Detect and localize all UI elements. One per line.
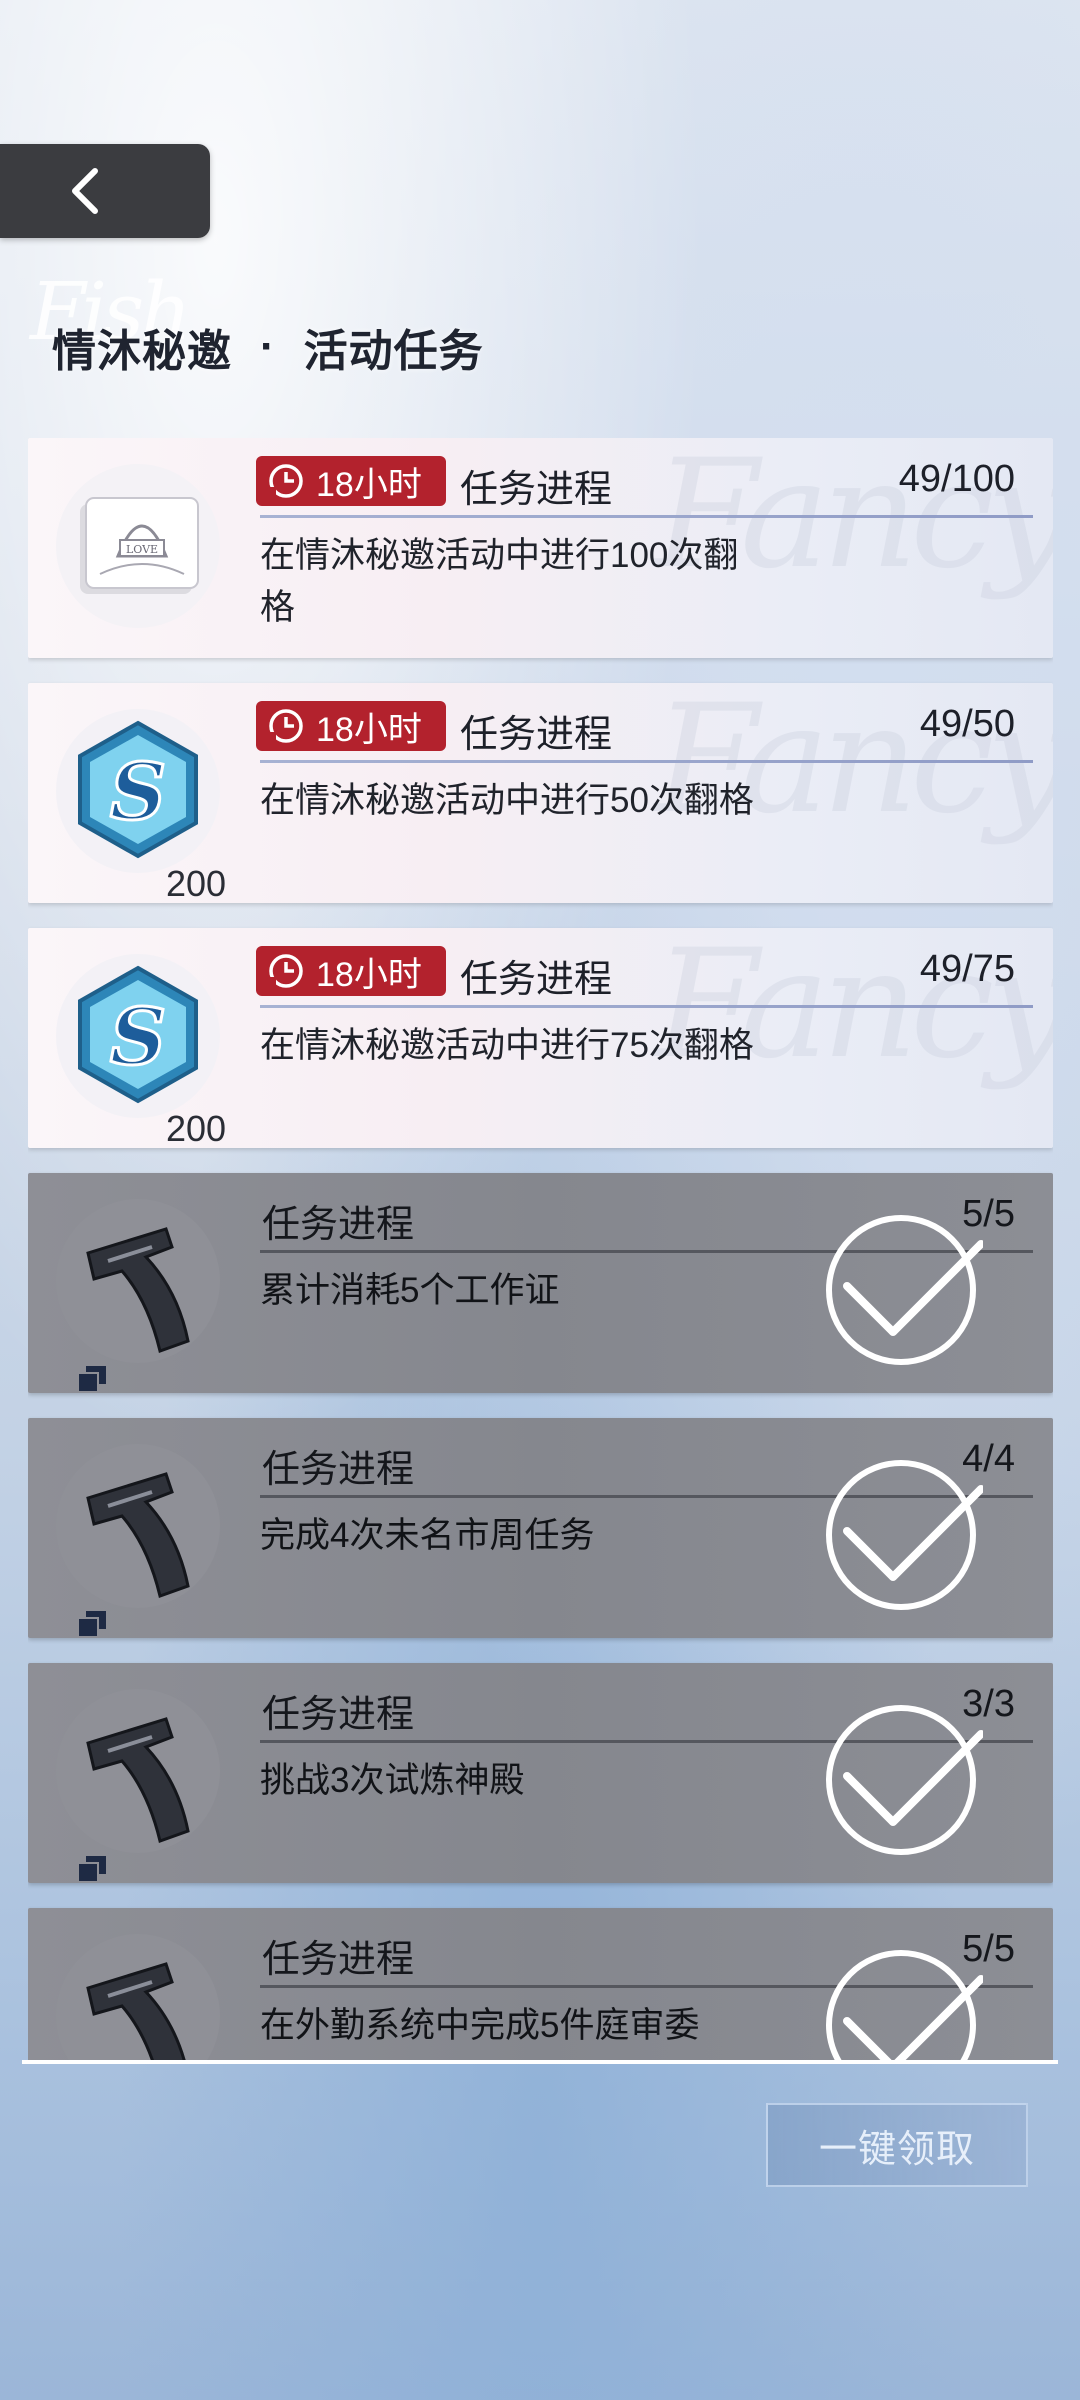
task-card-completed[interactable]: 任务进程 3/3 挑战3次试炼神殿 (28, 1663, 1053, 1883)
timer-text: 18小时 (316, 710, 422, 749)
love-card-icon[interactable]: LOVE (48, 456, 228, 636)
reward-count: 200 (166, 1108, 227, 1148)
title-right: 活动任务 (303, 327, 484, 376)
handle-tool-icon[interactable] (48, 1191, 228, 1392)
list-bottom-divider (22, 2060, 1058, 2064)
claim-all-button[interactable]: 一键领取 (766, 2103, 1028, 2187)
s-coin-icon[interactable]: S 200 (48, 701, 228, 903)
timer-badge: 18小时 (256, 701, 446, 751)
progress-label: 任务进程 (262, 1204, 415, 1246)
back-button[interactable] (0, 144, 210, 238)
progress-label: 任务进程 (262, 1694, 415, 1736)
task-card[interactable]: Fancy LOVE 18小时 任务进程 49/100 在情沐秘邀活动中进行10 (28, 438, 1053, 658)
check-circle-icon (826, 1215, 983, 1365)
task-card[interactable]: Fancy S 200 18小时 任务进程 49/75 在情沐秘邀活动中进行75… (28, 928, 1053, 1148)
task-description: 挑战3次试炼神殿 (260, 1761, 525, 1800)
check-circle-icon (826, 1705, 983, 1855)
stack-icon (78, 1366, 106, 1392)
progress-label: 任务进程 (262, 1939, 415, 1981)
timer-badge: 18小时 (256, 946, 446, 996)
progress-value: 49/50 (919, 703, 1015, 745)
page-title: 情沐秘邀 · 活动任务 (52, 315, 484, 379)
progress-value: 49/100 (898, 458, 1015, 500)
stack-icon (78, 1611, 106, 1637)
handle-tool-icon[interactable] (48, 1436, 228, 1637)
task-description: 在情沐秘邀活动中进行50次翻格 (260, 781, 754, 820)
check-circle-icon (826, 1950, 983, 2060)
task-description: 在外勤系统中完成5件庭审委 (260, 2006, 700, 2045)
progress-label: 任务进程 (460, 959, 613, 1001)
chevron-left-icon (72, 168, 98, 214)
check-circle-icon (826, 1460, 983, 1610)
clock-icon (266, 954, 303, 988)
stack-icon (78, 1856, 106, 1882)
page-title-area: Fish 情沐秘邀 · 活动任务 (20, 265, 720, 405)
task-description: 累计消耗5个工作证 (260, 1271, 560, 1310)
s-coin-icon[interactable]: S 200 (48, 946, 228, 1148)
handle-tool-icon[interactable] (48, 1926, 228, 2060)
task-card-completed[interactable]: 任务进程 4/4 完成4次未名市周任务 (28, 1418, 1053, 1638)
progress-divider (260, 760, 1033, 763)
task-card-completed[interactable]: 任务进程 5/5 累计消耗5个工作证 (28, 1173, 1053, 1393)
progress-label: 任务进程 (262, 1449, 415, 1491)
task-description: 在情沐秘邀活动中进行100次翻格 (260, 536, 739, 627)
timer-badge: 18小时 (256, 456, 446, 506)
title-separator: · (260, 322, 276, 371)
task-list[interactable]: Fancy LOVE 18小时 任务进程 49/100 在情沐秘邀活动中进行10 (28, 438, 1053, 2060)
svg-text:LOVE: LOVE (126, 543, 158, 556)
svg-text:S: S (110, 992, 166, 1083)
clock-icon (266, 464, 303, 498)
task-description: 在情沐秘邀活动中进行75次翻格 (260, 1026, 754, 1065)
handle-tool-icon[interactable] (48, 1681, 228, 1882)
progress-divider (260, 515, 1033, 518)
reward-count: 200 (166, 863, 227, 903)
progress-value: 49/75 (919, 948, 1015, 990)
clock-icon (266, 709, 303, 743)
svg-text:S: S (110, 747, 166, 838)
title-left: 情沐秘邀 (52, 327, 232, 376)
progress-label: 任务进程 (460, 714, 613, 756)
timer-text: 18小时 (316, 955, 422, 994)
progress-divider (260, 1005, 1033, 1008)
task-card[interactable]: Fancy S 200 18小时 任务进程 49/50 在情沐秘邀活动中进行50… (28, 683, 1053, 903)
timer-text: 18小时 (316, 465, 422, 504)
task-description: 完成4次未名市周任务 (260, 1516, 595, 1555)
progress-label: 任务进程 (460, 469, 613, 511)
task-card-completed[interactable]: 任务进程 5/5 在外勤系统中完成5件庭审委 (28, 1908, 1053, 2060)
